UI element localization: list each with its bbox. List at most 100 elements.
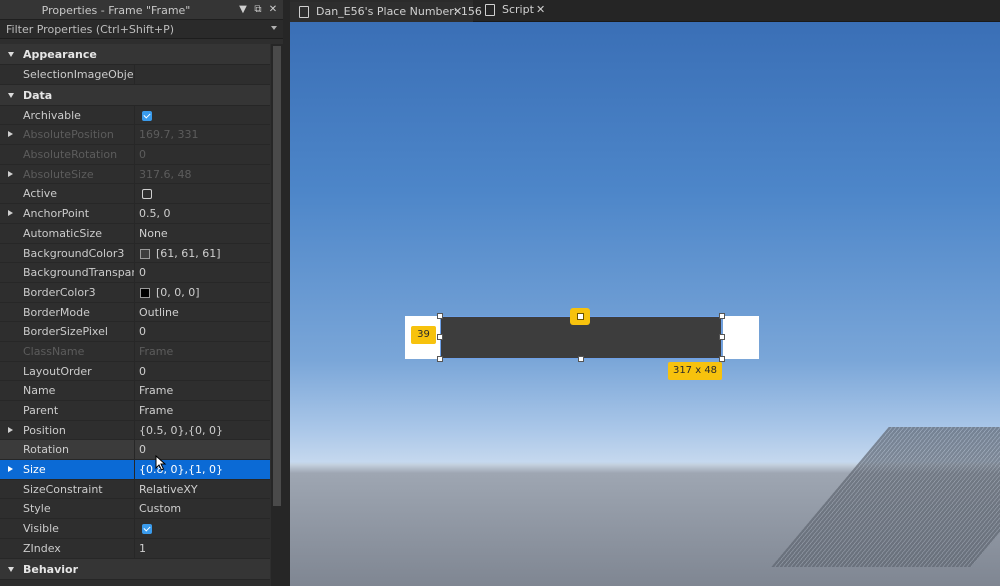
distance-badge: 39	[411, 326, 436, 344]
property-name: AutomaticSize	[0, 223, 135, 243]
color-swatch[interactable]	[140, 248, 150, 259]
chevron-down-icon[interactable]: ▼	[236, 3, 250, 17]
row-sizeconstraint[interactable]: SizeConstraint RelativeXY	[0, 479, 270, 500]
property-name: AbsoluteRotation	[0, 145, 135, 164]
property-value[interactable]: 0	[139, 322, 146, 341]
row-bordermode[interactable]: BorderMode Outline	[0, 302, 270, 323]
property-name: ClassName	[0, 341, 135, 361]
property-value[interactable]: {0.5, 0},{0, 0}	[139, 421, 223, 440]
place-icon	[299, 6, 309, 18]
size-badge: 317 x 48	[668, 362, 722, 380]
resize-handle-left[interactable]	[437, 334, 443, 340]
property-value[interactable]: 0	[139, 263, 146, 282]
property-name: AbsoluteSize	[0, 164, 135, 184]
property-value[interactable]: Frame	[139, 401, 173, 420]
property-value[interactable]: [0, 0, 0]	[156, 283, 200, 302]
gui-parent-frame-right	[723, 316, 759, 359]
row-bordercolor3[interactable]: BorderColor3 [0, 0, 0]	[0, 282, 270, 303]
mouse-cursor-icon	[155, 455, 167, 471]
property-name: BackgroundColor3	[0, 243, 135, 263]
properties-scrollbar[interactable]	[271, 44, 283, 586]
property-value: Frame	[139, 344, 174, 358]
category-appearance[interactable]: Appearance	[0, 44, 270, 65]
panel-divider[interactable]	[283, 0, 290, 586]
row-absoluterotation[interactable]: AbsoluteRotation 0	[0, 145, 270, 165]
filter-dropdown-icon[interactable]	[271, 26, 277, 30]
row-name[interactable]: Name Frame	[0, 381, 270, 401]
document-tabs: Dan_E56's Place Number: 156 ✕ Script ✕	[290, 0, 1000, 22]
row-backgroundtransparency[interactable]: BackgroundTranspare... 0	[0, 263, 270, 283]
row-position[interactable]: Position {0.5, 0},{0, 0}	[0, 420, 270, 441]
filter-placeholder: Filter Properties (Ctrl+Shift+P)	[6, 23, 175, 36]
property-name: SizeConstraint	[0, 479, 135, 499]
resize-handle-bottom[interactable]	[578, 356, 584, 362]
property-name: Name	[0, 381, 135, 400]
color-swatch[interactable]	[140, 287, 150, 298]
property-value[interactable]: 0	[139, 440, 146, 459]
property-name: Style	[0, 499, 135, 519]
property-value: 317.6, 48	[139, 167, 192, 181]
tab-place[interactable]: Dan_E56's Place Number: 156 ✕	[290, 0, 482, 22]
row-classname[interactable]: ClassName Frame	[0, 341, 270, 362]
row-automaticsize[interactable]: AutomaticSize None	[0, 223, 270, 244]
row-rotation[interactable]: Rotation 0	[0, 440, 270, 461]
properties-list: Appearance SelectionImageObject Data Arc…	[0, 44, 270, 580]
row-parent[interactable]: Parent Frame	[0, 401, 270, 421]
row-absolutesize[interactable]: AbsoluteSize 317.6, 48	[0, 164, 270, 185]
close-icon[interactable]: ✕	[536, 0, 545, 20]
row-style[interactable]: Style Custom	[0, 499, 270, 520]
category-behavior[interactable]: Behavior	[0, 558, 270, 580]
anchor-point-icon[interactable]	[570, 308, 590, 325]
property-name: Visible	[0, 519, 135, 538]
tab-label: Script	[502, 3, 534, 16]
resize-handle-bottom-left[interactable]	[437, 356, 443, 362]
property-value[interactable]: RelativeXY	[139, 480, 198, 499]
property-name: Archivable	[0, 105, 135, 125]
properties-panel: Properties - Frame "Frame" ▼ ⧉ ✕ Filter …	[0, 0, 283, 586]
property-value[interactable]: Outline	[139, 303, 179, 322]
property-value[interactable]: [61, 61, 61]	[156, 244, 221, 263]
row-archivable[interactable]: Archivable	[0, 105, 270, 126]
category-label: Data	[23, 88, 53, 102]
row-layoutorder[interactable]: LayoutOrder 0	[0, 361, 270, 382]
category-data[interactable]: Data	[0, 84, 270, 106]
undock-icon[interactable]: ⧉	[251, 3, 265, 17]
property-value[interactable]: Frame	[139, 381, 173, 400]
row-zindex[interactable]: ZIndex 1	[0, 538, 270, 559]
row-anchorpoint[interactable]: AnchorPoint 0.5, 0	[0, 204, 270, 224]
property-value[interactable]: None	[139, 224, 168, 243]
resize-handle-top-right[interactable]	[719, 313, 725, 319]
viewport-3d[interactable]: 39 317 x 48	[290, 22, 1000, 586]
visible-checkbox[interactable]	[142, 524, 152, 535]
property-value[interactable]: Custom	[139, 499, 181, 518]
property-value[interactable]: 0	[139, 362, 146, 381]
property-name: SelectionImageObject	[0, 65, 135, 84]
scrollbar-thumb[interactable]	[273, 46, 281, 506]
property-name: AbsolutePosition	[0, 125, 135, 145]
property-value: 169.7, 331	[139, 128, 199, 142]
property-name: ZIndex	[0, 538, 135, 558]
active-checkbox[interactable]	[142, 189, 152, 200]
row-visible[interactable]: Visible	[0, 519, 270, 539]
row-size[interactable]: Size {0.8, 0},{1, 0}	[0, 460, 270, 480]
resize-handle-top-left[interactable]	[437, 313, 443, 319]
property-name: BorderColor3	[0, 282, 135, 302]
row-absoluteposition[interactable]: AbsolutePosition 169.7, 331	[0, 125, 270, 146]
close-icon[interactable]: ✕	[453, 2, 462, 22]
properties-title: Properties - Frame "Frame"	[41, 4, 191, 17]
property-name: AnchorPoint	[0, 204, 135, 223]
row-backgroundcolor3[interactable]: BackgroundColor3 [61, 61, 61]	[0, 243, 270, 264]
property-value[interactable]: 0.5, 0	[139, 204, 171, 223]
row-selectionimageobject[interactable]: SelectionImageObject	[0, 65, 270, 85]
close-icon[interactable]: ✕	[266, 3, 280, 17]
archivable-checkbox[interactable]	[142, 110, 152, 121]
row-active[interactable]: Active	[0, 184, 270, 205]
property-name: BorderMode	[0, 302, 135, 322]
property-value[interactable]: {0.8, 0},{1, 0}	[139, 460, 223, 479]
property-value[interactable]: 1	[139, 539, 146, 558]
tab-script[interactable]: Script ✕	[476, 0, 556, 22]
property-name: BorderSizePixel	[0, 322, 135, 341]
resize-handle-right[interactable]	[719, 334, 725, 340]
filter-properties-input[interactable]: Filter Properties (Ctrl+Shift+P)	[0, 20, 283, 39]
row-bordersizepixel[interactable]: BorderSizePixel 0	[0, 322, 270, 342]
